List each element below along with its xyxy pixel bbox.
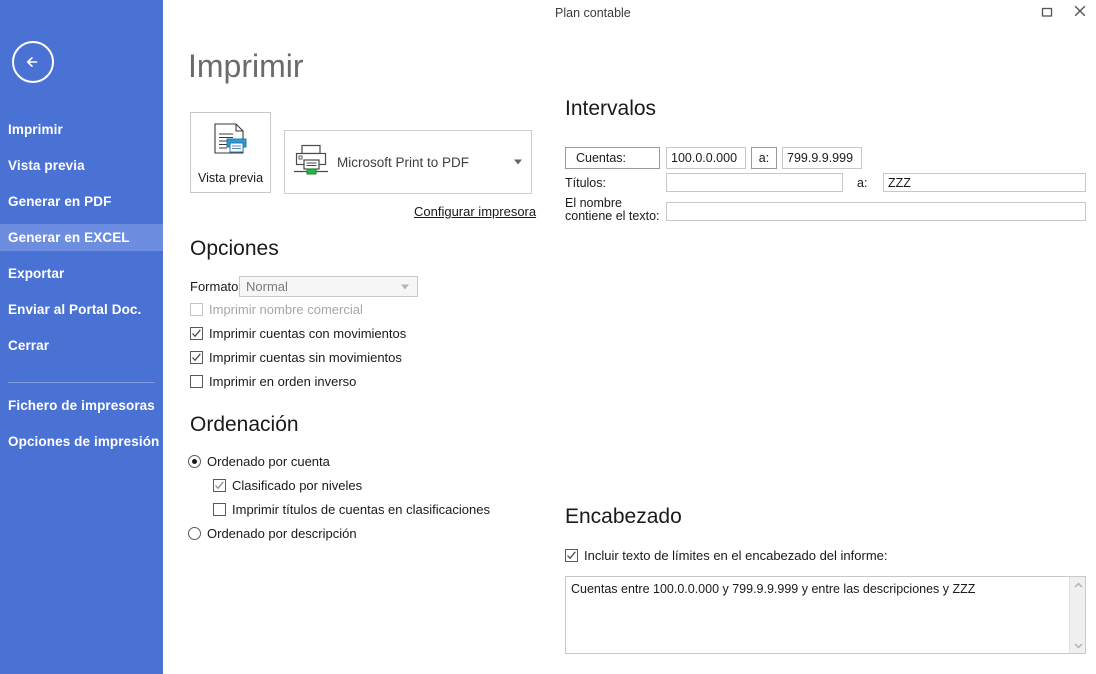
cuentas-label-box: Cuentas:: [565, 147, 660, 169]
window-title: Plan contable: [555, 6, 631, 20]
sidebar-item-label: Vista previa: [8, 158, 85, 173]
checkbox-box: [213, 503, 226, 516]
radio-ordenado-por-descripcion[interactable]: Ordenado por descripción: [188, 526, 357, 541]
chevron-up-icon[interactable]: [1070, 577, 1085, 593]
radio-circle: [188, 527, 201, 540]
formato-label: Formato:: [190, 279, 243, 294]
radio-ordenado-por-cuenta[interactable]: Ordenado por cuenta: [188, 454, 330, 469]
radio-label: Ordenado por descripción: [207, 526, 357, 541]
checkbox-label: Imprimir títulos de cuentas en clasifica…: [232, 502, 490, 517]
sidebar-item-vista-previa[interactable]: Vista previa: [0, 152, 163, 179]
sidebar-item-generar-pdf[interactable]: Generar en PDF: [0, 188, 163, 215]
checkbox-imprimir-cuentas-con-movimientos[interactable]: Imprimir cuentas con movimientos: [190, 326, 406, 341]
titulos-from-input[interactable]: [666, 173, 843, 192]
sidebar-item-cerrar[interactable]: Cerrar: [0, 332, 163, 359]
sidebar-divider: [8, 382, 155, 383]
sidebar-item-exportar[interactable]: Exportar: [0, 260, 163, 287]
sidebar-item-label: Exportar: [8, 266, 65, 281]
sidebar-item-fichero-impresoras[interactable]: Fichero de impresoras: [0, 392, 163, 419]
encabezado-textarea[interactable]: Cuentas entre 100.0.0.000 y 799.9.9.999 …: [565, 576, 1086, 654]
chevron-down-icon: [514, 159, 522, 165]
preview-button[interactable]: Vista previa: [190, 112, 271, 193]
sidebar-item-label: Enviar al Portal Doc.: [8, 302, 142, 317]
page-title: Imprimir: [188, 48, 304, 84]
sidebar-item-label: Generar en PDF: [8, 194, 112, 209]
sidebar-item-enviar-portal-doc[interactable]: Enviar al Portal Doc.: [0, 296, 163, 323]
checkbox-imprimir-orden-inverso[interactable]: Imprimir en orden inverso: [190, 374, 356, 389]
chevron-down-icon: [401, 284, 409, 289]
encabezado-text-value: Cuentas entre 100.0.0.000 y 799.9.9.999 …: [571, 582, 976, 596]
sidebar-item-opciones-impresion[interactable]: Opciones de impresión: [0, 428, 163, 455]
intervalos-heading: Intervalos: [565, 97, 657, 120]
restore-button[interactable]: [1030, 0, 1063, 27]
document-preview-icon: [209, 121, 253, 168]
checkbox-incluir-texto-limites[interactable]: Incluir texto de límites en el encabezad…: [565, 548, 888, 563]
formato-select[interactable]: Normal: [239, 276, 418, 297]
sidebar-item-generar-excel[interactable]: Generar en EXCEL: [0, 224, 163, 251]
printer-name-label: Microsoft Print to PDF: [337, 154, 470, 170]
checkbox-label: Imprimir cuentas sin movimientos: [209, 350, 402, 365]
checkbox-clasificado-por-niveles[interactable]: Clasificado por niveles: [213, 478, 362, 493]
radio-circle: [188, 455, 201, 468]
nombre-contiene-label-line2: contiene el texto:: [565, 209, 660, 223]
printer-icon: [293, 142, 331, 183]
close-icon: [1073, 4, 1087, 23]
titlebar: Plan contable: [163, 0, 1096, 27]
checkbox-label: Incluir texto de límites en el encabezad…: [584, 548, 888, 563]
close-button[interactable]: [1063, 0, 1096, 27]
back-button[interactable]: [12, 41, 54, 83]
nombre-contiene-input[interactable]: [666, 202, 1086, 221]
checkbox-label: Imprimir cuentas con movimientos: [209, 326, 407, 341]
titulos-to-input[interactable]: ZZZ: [883, 173, 1086, 192]
checkbox-imprimir-nombre-comercial[interactable]: Imprimir nombre comercial: [190, 302, 363, 317]
titulos-a-label: a:: [857, 176, 868, 190]
sidebar-item-label: Fichero de impresoras: [8, 398, 155, 413]
encabezado-scrollbar[interactable]: [1069, 577, 1085, 653]
preview-button-label: Vista previa: [197, 170, 264, 185]
sidebar-item-imprimir[interactable]: Imprimir: [0, 116, 163, 143]
sidebar-item-label: Imprimir: [8, 122, 63, 137]
cuentas-from-value: 100.0.0.000: [671, 151, 738, 165]
printer-select[interactable]: Microsoft Print to PDF: [284, 130, 532, 194]
back-arrow-icon: [22, 51, 44, 73]
checkbox-box: [213, 479, 226, 492]
checkbox-box: [190, 375, 203, 388]
titulos-to-value: ZZZ: [888, 175, 911, 190]
nombre-contiene-label-line1: El nombre: [565, 196, 622, 210]
titulos-label: Títulos:: [565, 176, 606, 190]
cuentas-a-label-box: a:: [751, 147, 777, 169]
checkbox-box: [190, 351, 203, 364]
checkbox-imprimir-cuentas-sin-movimientos[interactable]: Imprimir cuentas sin movimientos: [190, 350, 402, 365]
sidebar-item-label: Opciones de impresión: [8, 434, 160, 449]
checkbox-label: Imprimir en orden inverso: [209, 374, 357, 389]
checkbox-label: Imprimir nombre comercial: [209, 302, 363, 317]
formato-value: Normal: [246, 279, 288, 294]
checkbox-box: [565, 549, 578, 562]
cuentas-label: Cuentas:: [576, 151, 627, 165]
configure-printer-link[interactable]: Configurar impresora: [414, 204, 536, 219]
sidebar: Imprimir Vista previa Generar en PDF Gen…: [0, 0, 163, 674]
checkbox-box: [190, 327, 203, 340]
encabezado-heading: Encabezado: [565, 505, 682, 528]
checkbox-label: Clasificado por niveles: [232, 478, 363, 493]
restore-icon: [1041, 5, 1053, 23]
sidebar-item-label: Generar en EXCEL: [8, 230, 130, 245]
checkbox-imprimir-titulos-clasificaciones[interactable]: Imprimir títulos de cuentas en clasifica…: [213, 502, 490, 517]
cuentas-to-input[interactable]: 799.9.9.999: [782, 147, 862, 169]
cuentas-to-value: 799.9.9.999: [787, 151, 854, 165]
ordenacion-heading: Ordenación: [190, 413, 299, 436]
chevron-down-icon[interactable]: [1070, 637, 1085, 653]
checkbox-box: [190, 303, 203, 316]
sidebar-item-label: Cerrar: [8, 338, 50, 353]
radio-label: Ordenado por cuenta: [207, 454, 330, 469]
a-label: a:: [758, 151, 770, 165]
opciones-heading: Opciones: [190, 237, 279, 260]
cuentas-from-input[interactable]: 100.0.0.000: [666, 147, 746, 169]
print-dialog-window: Imprimir Vista previa Generar en PDF Gen…: [0, 0, 1096, 674]
